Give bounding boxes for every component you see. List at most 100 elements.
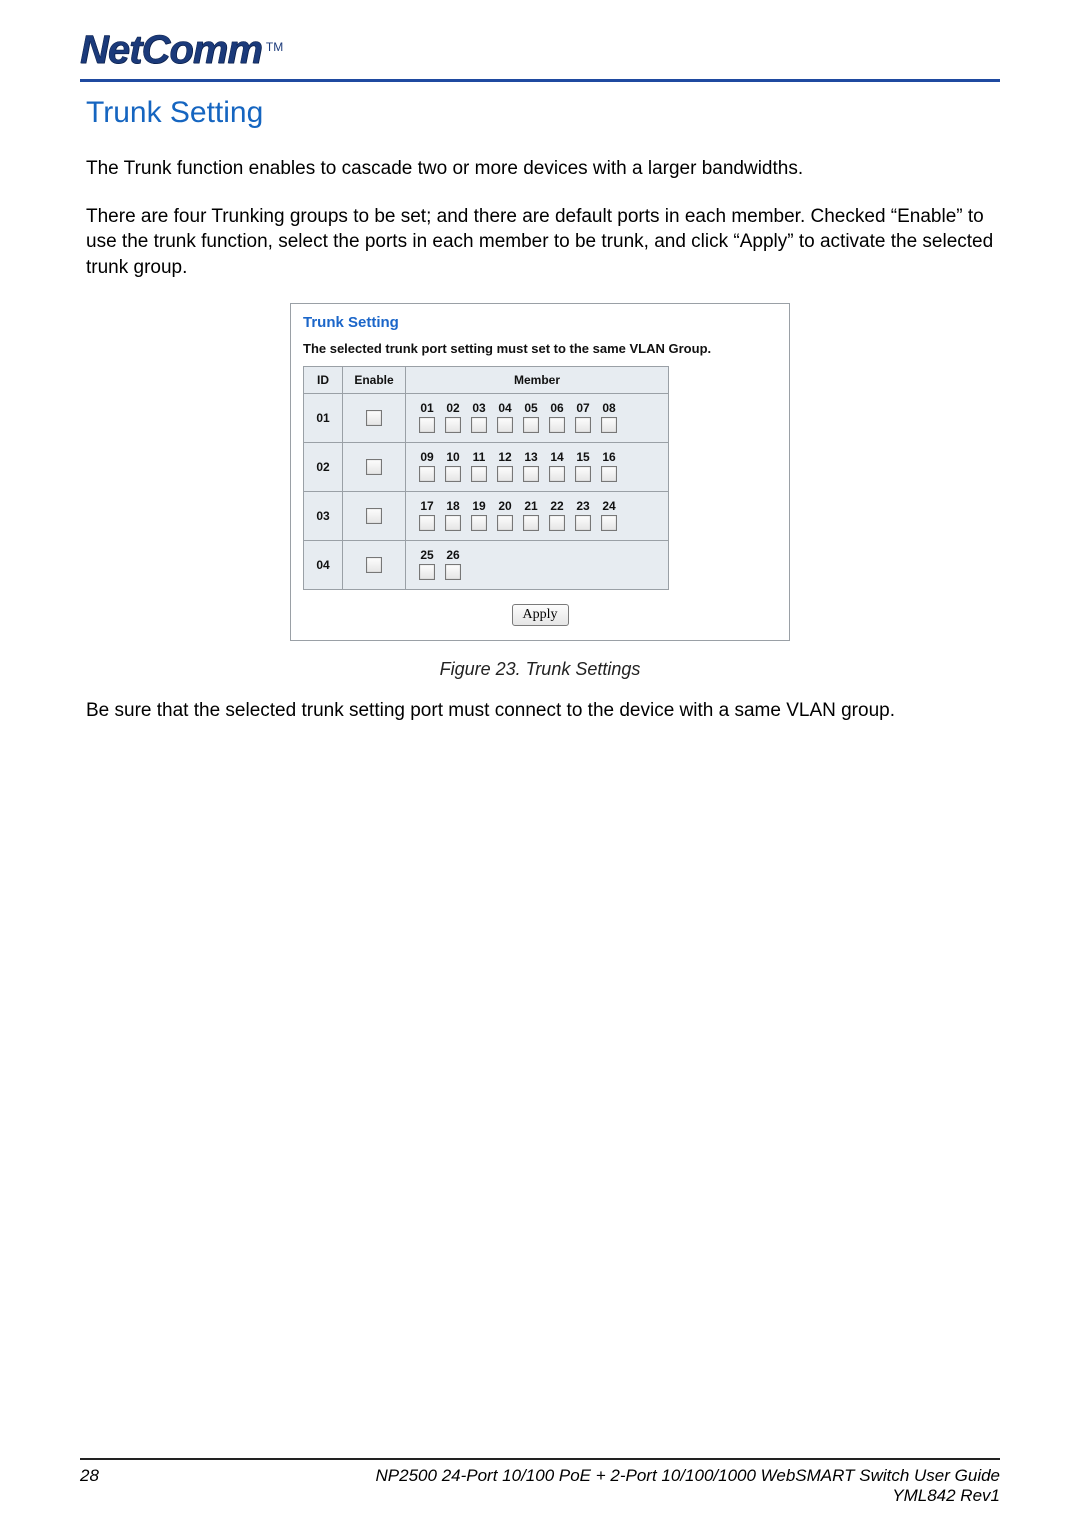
port-grid: 01 02 03 04 05 06 07 08 [414, 400, 622, 434]
port-checkbox[interactable] [445, 417, 461, 433]
enable-checkbox[interactable] [366, 557, 382, 573]
trunk-table-header-row: ID Enable Member [304, 366, 669, 393]
port-checkbox[interactable] [575, 515, 591, 531]
port-checkbox[interactable] [523, 417, 539, 433]
port-label: 07 [570, 400, 596, 416]
trunk-row: 04 25 26 [304, 540, 669, 589]
port-label: 05 [518, 400, 544, 416]
trunk-member-cell: 09 10 11 12 13 14 15 16 [406, 442, 669, 491]
port-label: 21 [518, 498, 544, 514]
trademark-symbol: TM [266, 40, 283, 54]
panel-title: Trunk Setting [303, 314, 777, 331]
port-checkbox[interactable] [497, 417, 513, 433]
port-checkbox[interactable] [549, 515, 565, 531]
footer-revision: YML842 Rev1 [376, 1486, 1000, 1506]
trunk-setting-panel: Trunk Setting The selected trunk port se… [290, 303, 790, 641]
trunk-enable-cell [343, 540, 406, 589]
trunk-row: 01 01 02 03 04 05 06 [304, 393, 669, 442]
port-checkbox[interactable] [419, 515, 435, 531]
port-label: 25 [414, 547, 440, 563]
brand-header: NetComm TM [80, 28, 1000, 79]
col-header-member: Member [406, 366, 669, 393]
port-checkbox[interactable] [601, 466, 617, 482]
port-checkbox[interactable] [419, 564, 435, 580]
page-number: 28 [80, 1466, 99, 1486]
port-label: 20 [492, 498, 518, 514]
port-checkbox[interactable] [601, 515, 617, 531]
trunk-enable-cell [343, 442, 406, 491]
port-label: 24 [596, 498, 622, 514]
port-checkbox[interactable] [419, 417, 435, 433]
apply-button[interactable]: Apply [512, 604, 569, 626]
port-label: 02 [440, 400, 466, 416]
port-label: 15 [570, 449, 596, 465]
trunk-table: ID Enable Member 01 01 02 03 [303, 366, 669, 590]
port-label: 03 [466, 400, 492, 416]
port-checkbox[interactable] [445, 515, 461, 531]
port-label: 22 [544, 498, 570, 514]
page-footer: 28 NP2500 24-Port 10/100 PoE + 2-Port 10… [80, 1458, 1000, 1506]
port-grid: 25 26 [414, 547, 466, 581]
port-checkbox[interactable] [419, 466, 435, 482]
enable-checkbox[interactable] [366, 508, 382, 524]
apply-row: Apply [303, 604, 777, 626]
brand-rule [80, 79, 1000, 82]
port-label: 23 [570, 498, 596, 514]
port-label: 10 [440, 449, 466, 465]
note-paragraph: Be sure that the selected trunk setting … [86, 698, 1000, 724]
brand-logo: NetComm [80, 28, 262, 73]
trunk-row: 02 09 10 11 12 13 14 [304, 442, 669, 491]
port-label: 09 [414, 449, 440, 465]
port-checkbox[interactable] [497, 515, 513, 531]
port-label: 04 [492, 400, 518, 416]
port-label: 08 [596, 400, 622, 416]
footer-rule [80, 1458, 1000, 1460]
document-page: NetComm TM Trunk Setting The Trunk funct… [0, 0, 1080, 1532]
port-checkbox[interactable] [445, 564, 461, 580]
col-header-id: ID [304, 366, 343, 393]
port-checkbox[interactable] [523, 466, 539, 482]
port-grid: 17 18 19 20 21 22 23 24 [414, 498, 622, 532]
port-checkbox[interactable] [471, 417, 487, 433]
port-label: 17 [414, 498, 440, 514]
panel-note: The selected trunk port setting must set… [303, 341, 777, 356]
port-label: 16 [596, 449, 622, 465]
port-checkbox[interactable] [523, 515, 539, 531]
trunk-id-cell: 02 [304, 442, 343, 491]
port-checkbox[interactable] [471, 515, 487, 531]
section-title: Trunk Setting [86, 96, 1000, 130]
intro-paragraph-2: There are four Trunking groups to be set… [86, 204, 1000, 281]
figure-wrap: Trunk Setting The selected trunk port se… [290, 303, 790, 680]
trunk-member-cell: 25 26 [406, 540, 669, 589]
port-grid: 09 10 11 12 13 14 15 16 [414, 449, 622, 483]
trunk-row: 03 17 18 19 20 21 22 [304, 491, 669, 540]
col-header-enable: Enable [343, 366, 406, 393]
port-checkbox[interactable] [575, 466, 591, 482]
intro-paragraph-1: The Trunk function enables to cascade tw… [86, 156, 1000, 182]
port-label: 19 [466, 498, 492, 514]
port-label: 06 [544, 400, 570, 416]
trunk-id-cell: 04 [304, 540, 343, 589]
port-label: 13 [518, 449, 544, 465]
port-checkbox[interactable] [549, 466, 565, 482]
trunk-member-cell: 01 02 03 04 05 06 07 08 [406, 393, 669, 442]
port-checkbox[interactable] [601, 417, 617, 433]
port-label: 18 [440, 498, 466, 514]
port-label: 12 [492, 449, 518, 465]
port-checkbox[interactable] [497, 466, 513, 482]
port-checkbox[interactable] [471, 466, 487, 482]
footer-guide-title: NP2500 24-Port 10/100 PoE + 2-Port 10/10… [376, 1466, 1000, 1486]
port-checkbox[interactable] [575, 417, 591, 433]
port-checkbox[interactable] [445, 466, 461, 482]
enable-checkbox[interactable] [366, 410, 382, 426]
enable-checkbox[interactable] [366, 459, 382, 475]
port-label: 11 [466, 449, 492, 465]
trunk-enable-cell [343, 393, 406, 442]
port-label: 26 [440, 547, 466, 563]
trunk-member-cell: 17 18 19 20 21 22 23 24 [406, 491, 669, 540]
trunk-id-cell: 01 [304, 393, 343, 442]
port-checkbox[interactable] [549, 417, 565, 433]
port-label: 14 [544, 449, 570, 465]
trunk-id-cell: 03 [304, 491, 343, 540]
figure-caption: Figure 23. Trunk Settings [290, 659, 790, 680]
